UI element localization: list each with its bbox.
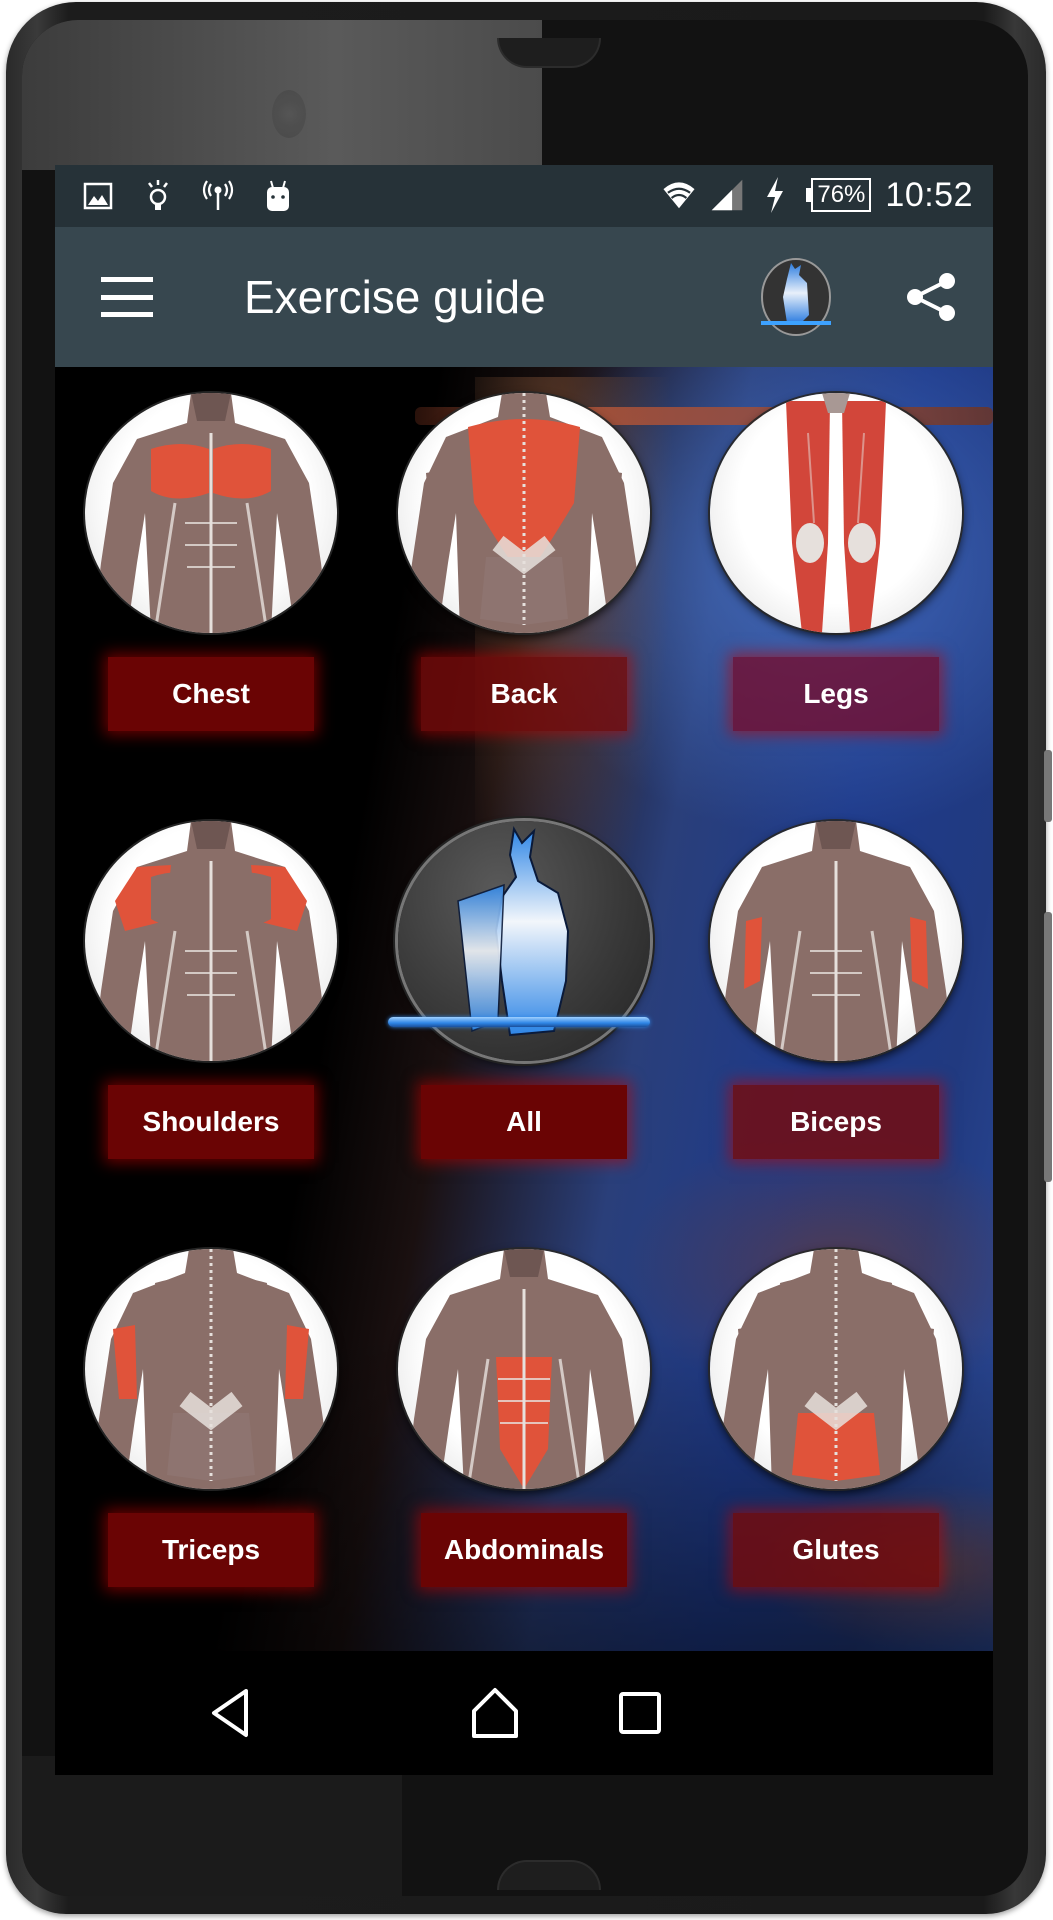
muscle-button-glutes[interactable]: Glutes	[733, 1513, 939, 1587]
muscle-image-legs[interactable]	[710, 393, 962, 633]
muscle-button-back[interactable]: Back	[421, 657, 627, 731]
lightbulb-icon	[141, 179, 175, 213]
charging-icon	[758, 177, 792, 213]
app-bar: Exercise guide	[55, 227, 993, 367]
wifi-icon	[662, 178, 696, 212]
signal-icon	[710, 178, 744, 212]
muscle-button-all[interactable]: All	[421, 1085, 627, 1159]
muscle-grid: Chest Back Legs Shoulders All Biceps Tri…	[55, 367, 993, 1651]
muscle-image-biceps[interactable]	[710, 821, 962, 1061]
power-button[interactable]	[1044, 750, 1052, 822]
bodybuilder-logo-icon[interactable]	[755, 257, 837, 337]
muscle-group-card-biceps[interactable]: Biceps	[680, 795, 992, 1223]
muscle-button-triceps[interactable]: Triceps	[108, 1513, 314, 1587]
muscle-image-back[interactable]	[398, 393, 650, 633]
device-screen: 76% 10:52 Exercise guide Chest Back Legs…	[55, 165, 993, 1775]
muscle-image-shoulders[interactable]	[85, 821, 337, 1061]
muscle-button-chest[interactable]: Chest	[108, 657, 314, 731]
muscle-group-grid-area: Chest Back Legs Shoulders All Biceps Tri…	[55, 367, 993, 1651]
earpiece-speaker	[497, 38, 601, 68]
muscle-group-card-all[interactable]: All	[368, 795, 680, 1223]
front-camera	[272, 90, 306, 138]
logo-barbell	[388, 1017, 650, 1027]
status-bar: 76% 10:52	[55, 165, 993, 227]
battery-indicator: 76%	[806, 178, 872, 212]
muscle-image-abdominals[interactable]	[398, 1249, 650, 1489]
muscle-button-biceps[interactable]: Biceps	[733, 1085, 939, 1159]
muscle-group-card-glutes[interactable]: Glutes	[680, 1223, 992, 1651]
muscle-group-card-shoulders[interactable]: Shoulders	[55, 795, 367, 1223]
muscle-group-card-abdominals[interactable]: Abdominals	[368, 1223, 680, 1651]
image-icon	[81, 179, 115, 213]
muscle-group-card-back[interactable]: Back	[368, 367, 680, 795]
android-icon	[261, 179, 295, 213]
hamburger-menu-icon[interactable]	[101, 277, 153, 317]
muscle-button-abdominals[interactable]: Abdominals	[421, 1513, 627, 1587]
muscle-image-chest[interactable]	[85, 393, 337, 633]
muscle-image-triceps[interactable]	[85, 1249, 337, 1489]
back-icon[interactable]	[195, 1681, 265, 1745]
muscle-group-card-chest[interactable]: Chest	[55, 367, 367, 795]
muscle-button-shoulders[interactable]: Shoulders	[108, 1085, 314, 1159]
muscle-button-legs[interactable]: Legs	[733, 657, 939, 731]
navigation-bar	[55, 1651, 993, 1775]
battery-percent: 76%	[811, 178, 872, 212]
share-icon[interactable]	[903, 271, 959, 323]
recents-icon[interactable]	[605, 1681, 675, 1745]
muscle-group-card-legs[interactable]: Legs	[680, 367, 992, 795]
page-title: Exercise guide	[244, 271, 546, 323]
home-icon[interactable]	[460, 1681, 530, 1745]
muscle-group-card-triceps[interactable]: Triceps	[55, 1223, 367, 1651]
muscle-image-glutes[interactable]	[710, 1249, 962, 1489]
bottom-speaker	[497, 1860, 601, 1890]
status-clock: 10:52	[885, 175, 973, 214]
volume-rocker[interactable]	[1044, 912, 1052, 1182]
bezel-glare-bottom	[22, 1756, 402, 1896]
broadcast-icon	[201, 179, 235, 213]
